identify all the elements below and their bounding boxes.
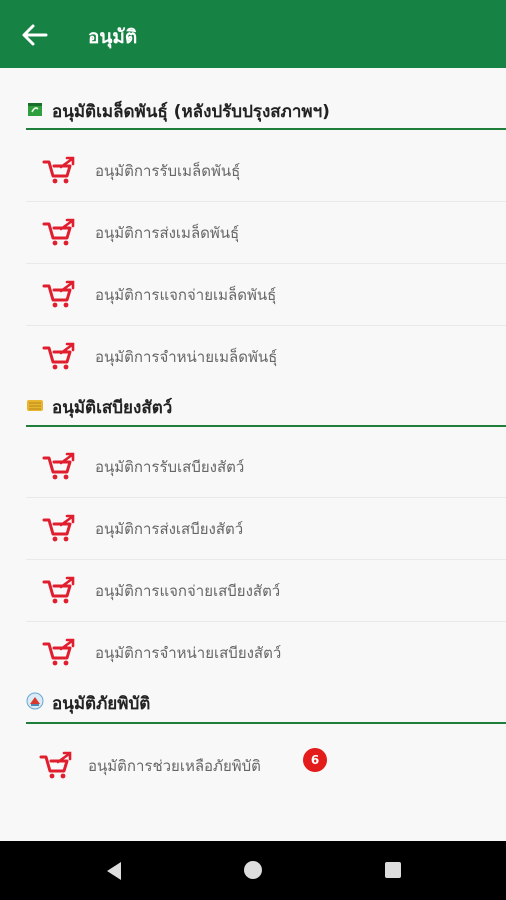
menu-item-send-seeds[interactable]: อนุมัติการส่งเมล็ดพันธุ์	[26, 201, 506, 264]
cart-icon	[39, 751, 72, 779]
system-nav-bar	[0, 841, 506, 900]
nav-home-icon[interactable]	[244, 861, 262, 879]
disaster-icon	[26, 692, 44, 710]
section-title: อนุมัติภัยพิบัติ	[52, 694, 151, 714]
app-bar: อนุมัติ	[0, 0, 506, 68]
cart-icon	[42, 638, 75, 666]
cart-icon	[42, 280, 75, 308]
section-divider	[26, 722, 506, 724]
menu-item-send-feed[interactable]: อนุมัติการส่งเสบียงสัตว์	[26, 497, 506, 560]
cart-icon	[42, 576, 75, 604]
page-title: อนุมัติ	[88, 26, 138, 48]
menu-content: อนุมัติเมล็ดพันธุ์ (หลังปรับปรุงสภาพฯ) อ…	[0, 68, 506, 841]
cart-icon	[42, 342, 75, 370]
menu-item-label: อนุมัติการส่งเสบียงสัตว์	[95, 520, 244, 538]
menu-item-label: อนุมัติการจำหน่ายเมล็ดพันธุ์	[95, 348, 278, 366]
menu-item-distribute-seeds[interactable]: อนุมัติการแจกจ่ายเมล็ดพันธุ์	[26, 263, 506, 326]
menu-item-label: อนุมัติการจำหน่ายเสบียงสัตว์	[95, 644, 282, 662]
section-divider	[26, 425, 506, 427]
menu-item-receive-seeds[interactable]: อนุมัติการรับเมล็ดพันธุ์	[26, 139, 506, 202]
menu-item-disaster-aid[interactable]: อนุมัติการช่วยเหลือภัยพิบัติ 6	[26, 734, 506, 796]
nav-back-icon[interactable]	[104, 860, 124, 882]
cart-icon	[42, 514, 75, 542]
back-button[interactable]	[16, 20, 52, 50]
notification-badge: 6	[303, 748, 327, 772]
hay-icon	[27, 400, 43, 411]
arrow-back-icon	[22, 24, 48, 46]
cart-icon	[42, 452, 75, 480]
menu-item-label: อนุมัติการรับเมล็ดพันธุ์	[95, 162, 241, 180]
menu-item-receive-feed[interactable]: อนุมัติการรับเสบียงสัตว์	[26, 435, 506, 498]
nav-recent-apps-icon[interactable]	[385, 862, 401, 878]
menu-item-sell-seeds[interactable]: อนุมัติการจำหน่ายเมล็ดพันธุ์	[26, 325, 506, 387]
menu-item-label: อนุมัติการช่วยเหลือภัยพิบัติ	[88, 757, 261, 775]
menu-item-label: อนุมัติการแจกจ่ายเมล็ดพันธุ์	[95, 286, 277, 304]
menu-item-sell-feed[interactable]: อนุมัติการจำหน่ายเสบียงสัตว์	[26, 621, 506, 683]
menu-item-label: อนุมัติการรับเสบียงสัตว์	[95, 458, 245, 476]
menu-item-label: อนุมัติการแจกจ่ายเสบียงสัตว์	[95, 582, 281, 600]
cart-icon	[42, 218, 75, 246]
seed-box-icon	[28, 103, 42, 116]
section-divider	[26, 128, 506, 130]
cart-icon	[42, 156, 75, 184]
menu-item-label: อนุมัติการส่งเมล็ดพันธุ์	[95, 224, 240, 242]
menu-item-distribute-feed[interactable]: อนุมัติการแจกจ่ายเสบียงสัตว์	[26, 559, 506, 622]
section-title: อนุมัติเมล็ดพันธุ์ (หลังปรับปรุงสภาพฯ)	[52, 102, 330, 122]
section-title: อนุมัติเสบียงสัตว์	[52, 398, 173, 418]
